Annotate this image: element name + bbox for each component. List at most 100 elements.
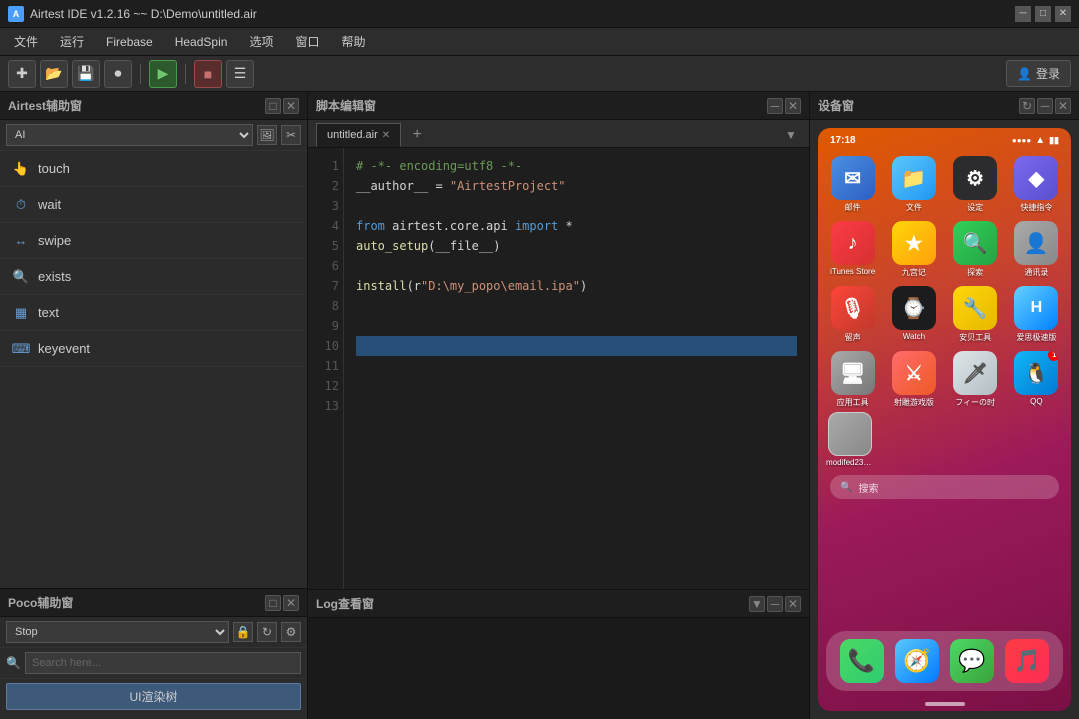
app-settings[interactable]: ⚙ 设定: [949, 156, 1002, 213]
tab-menu-button[interactable]: ▼: [781, 123, 801, 147]
app-find[interactable]: 🔍 探索: [949, 221, 1002, 278]
editor-tab-untitled[interactable]: untitled.air ✕: [316, 123, 401, 147]
app-grid: ✉ 邮件 📁 文件 ⚙ 设定 ◆ 快捷指令: [818, 152, 1071, 412]
airtest-search-bar: AI 🖼 ✂: [0, 120, 307, 151]
app-tools[interactable]: 🔧 安贝工具: [949, 286, 1002, 343]
poco-settings-btn[interactable]: ⚙: [281, 622, 301, 642]
airtest-search-select[interactable]: AI: [6, 124, 253, 146]
code-line-4: from airtest.core.api import *: [356, 216, 797, 236]
app-contacts-label: 通讯录: [1024, 267, 1048, 278]
poco-maximize-btn[interactable]: □: [265, 595, 281, 611]
poco-select[interactable]: Stop: [6, 621, 229, 643]
app-itunes[interactable]: ♪ iTunes Store: [826, 221, 879, 278]
device-close-btn[interactable]: ✕: [1055, 98, 1071, 114]
api-item-touch[interactable]: 👆 touch: [0, 151, 307, 187]
app-watch[interactable]: ⌚ Watch: [887, 286, 940, 343]
api-item-keyevent[interactable]: ⌨ keyevent: [0, 331, 307, 367]
ios-search-bar[interactable]: 🔍 搜索: [830, 475, 1059, 499]
api-name-exists: exists: [38, 269, 71, 284]
app-game-label: 射雕游戏版: [894, 397, 934, 408]
app-record-label: 留声: [845, 332, 861, 343]
poco-lock-btn[interactable]: 🔒: [233, 622, 253, 642]
poco-search-input-row: 🔍: [0, 648, 307, 679]
app-hack[interactable]: H 爱思极速版: [1010, 286, 1063, 343]
api-item-text[interactable]: ▦ text: [0, 295, 307, 331]
app-find-icon: 🔍: [953, 221, 997, 265]
record-button[interactable]: ⏺: [104, 60, 132, 88]
app-game[interactable]: ⚔ 射雕游戏版: [887, 351, 940, 408]
app-wallet-icon: [828, 412, 872, 456]
app-shortcuts[interactable]: ◆ 快捷指令: [1010, 156, 1063, 213]
center-panel: 脚本编辑窗 ─ ✕ untitled.air ✕ + ▼ 12345 67891…: [308, 92, 809, 719]
poco-close-btn[interactable]: ✕: [283, 595, 299, 611]
app-files[interactable]: 📁 文件: [887, 156, 940, 213]
battery-icon: ▮▮: [1049, 135, 1059, 146]
new-button[interactable]: ✚: [8, 60, 36, 88]
log-minimize-btn[interactable]: ─: [767, 596, 783, 612]
app-game2[interactable]: 🗡 フィーの时: [949, 351, 1002, 408]
device-refresh-btn[interactable]: ↻: [1019, 98, 1035, 114]
app-wallet[interactable]: modifed23C31...: [826, 412, 874, 467]
poco-refresh-btn[interactable]: ↻: [257, 622, 277, 642]
api-item-wait[interactable]: ⏱ wait: [0, 187, 307, 223]
code-line-7: install(r"D:\my_popo\email.ipa"): [356, 276, 797, 296]
poco-tree-button[interactable]: UI渲染树: [6, 683, 301, 710]
device-minimize-btn[interactable]: ─: [1037, 98, 1053, 114]
dock-music[interactable]: 🎵: [1005, 639, 1049, 683]
stop-button[interactable]: ■: [194, 60, 222, 88]
editor-close-btn[interactable]: ✕: [785, 98, 801, 114]
maximize-button[interactable]: □: [1035, 6, 1051, 22]
poco-search-input[interactable]: [25, 652, 301, 674]
airtest-capture-btn[interactable]: ✂: [281, 125, 301, 145]
editor-tabs: untitled.air ✕ + ▼: [308, 120, 809, 148]
menu-window[interactable]: 窗口: [285, 29, 329, 54]
code-content[interactable]: # -*- encoding=utf8 -*- __author__ = "Ai…: [344, 148, 809, 589]
menu-options[interactable]: 选项: [239, 29, 283, 54]
close-button[interactable]: ✕: [1055, 6, 1071, 22]
dock-messages[interactable]: 💬: [950, 639, 994, 683]
tab-add-button[interactable]: +: [405, 123, 429, 147]
api-item-exists[interactable]: 🔍 exists: [0, 259, 307, 295]
airtest-image-btn[interactable]: 🖼: [257, 125, 277, 145]
minimize-button[interactable]: ─: [1015, 6, 1031, 22]
menu-headspin[interactable]: HeadSpin: [165, 31, 238, 53]
app-game2-label: フィーの时: [955, 397, 995, 408]
code-editor[interactable]: 12345 678910 111213 # -*- encoding=utf8 …: [308, 148, 809, 589]
app-record[interactable]: 🎙 留声: [826, 286, 879, 343]
phone-inner: 17:18 ●●●● ▲ ▮▮ ✉ 邮件 📁 文件: [818, 128, 1071, 711]
login-label: 登录: [1036, 65, 1060, 82]
app-memo-label: 九宫记: [902, 267, 926, 278]
ios-home-indicator[interactable]: [925, 702, 965, 706]
app-dev[interactable]: 🖥 应用工具: [826, 351, 879, 408]
dock-safari[interactable]: 🧭: [895, 639, 939, 683]
touch-icon: 👆: [12, 160, 30, 178]
menu-firebase[interactable]: Firebase: [96, 31, 163, 53]
airtest-close-btn[interactable]: ✕: [283, 98, 299, 114]
device-header: 设备窗 ↻ ─ ✕: [810, 92, 1079, 120]
poco-panel: Poco辅助窗 □ ✕ Stop 🔒 ↻ ⚙ 🔍 UI渲染树: [0, 589, 307, 719]
menu-file[interactable]: 文件: [4, 29, 48, 54]
app-contacts[interactable]: 👤 通讯录: [1010, 221, 1063, 278]
login-button[interactable]: 👤 登录: [1006, 60, 1071, 87]
menu-run[interactable]: 运行: [50, 29, 94, 54]
report-button[interactable]: ☰: [226, 60, 254, 88]
airtest-maximize-btn[interactable]: □: [265, 98, 281, 114]
save-button[interactable]: 💾: [72, 60, 100, 88]
dock-phone[interactable]: 📞: [840, 639, 884, 683]
app-mail[interactable]: ✉ 邮件: [826, 156, 879, 213]
app-icon: A: [8, 6, 24, 22]
ios-search-text: 搜索: [858, 480, 878, 495]
app-memo[interactable]: ★ 九宫记: [887, 221, 940, 278]
app-shortcuts-icon: ◆: [1014, 156, 1058, 200]
menu-help[interactable]: 帮助: [331, 29, 375, 54]
run-button[interactable]: ▶: [149, 60, 177, 88]
api-item-swipe[interactable]: ↔ swipe: [0, 223, 307, 259]
app-qq[interactable]: 🐧 1 QQ: [1010, 351, 1063, 408]
log-close-btn[interactable]: ✕: [785, 596, 801, 612]
editor-minimize-btn[interactable]: ─: [767, 98, 783, 114]
log-filter-btn[interactable]: ▼: [749, 596, 765, 612]
app-settings-icon: ⚙: [953, 156, 997, 200]
open-button[interactable]: 📂: [40, 60, 68, 88]
tab-close-icon[interactable]: ✕: [382, 130, 390, 141]
app-hack-label: 爱思极速版: [1016, 332, 1056, 343]
